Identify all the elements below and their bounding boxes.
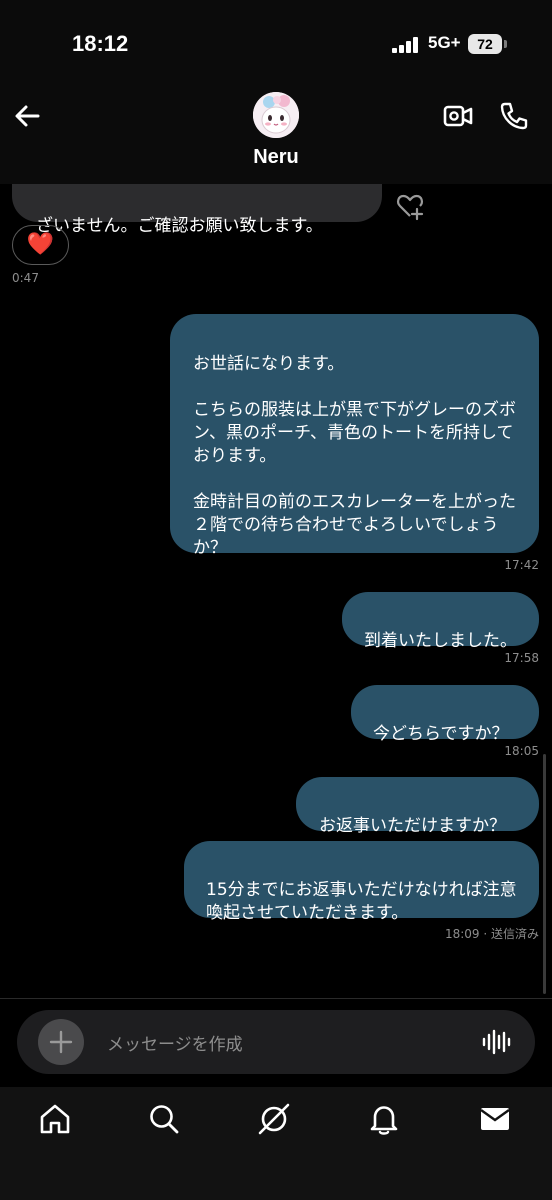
voice-message-icon[interactable]: [481, 1027, 511, 1057]
battery-level: 72: [468, 34, 502, 54]
status-bar: 18:12 5G+ 72: [0, 0, 552, 88]
plus-icon: [49, 1030, 73, 1054]
message-time: 0:47: [12, 271, 39, 285]
arrow-left-icon[interactable]: [12, 100, 44, 132]
message-text: 15分までにお返事いただけなければ注意喚起させていただきます。: [206, 880, 517, 923]
message-bubble-outgoing[interactable]: 15分までにお返事いただけなければ注意喚起させていただきます。: [184, 841, 539, 923]
message-input[interactable]: メッセージを作成: [107, 1030, 243, 1055]
message-list[interactable]: ざいません。ご確認お願い致します。 ❤️ 0:47 お世話になります。 こちらの…: [0, 184, 552, 998]
message-text: お世話になります。 こちらの服装は上が黒で下がグレーのズボン、黒のポーチ、青色の…: [193, 354, 516, 558]
message-bubble-outgoing[interactable]: お世話になります。 こちらの服装は上が黒で下がグレーのズボン、黒のポーチ、青色の…: [170, 314, 539, 558]
add-reaction-heart-icon[interactable]: [395, 191, 425, 221]
message-bubble-outgoing[interactable]: お返事いただけますか？: [296, 777, 539, 836]
heart-reaction[interactable]: ❤️: [12, 225, 69, 265]
home-icon[interactable]: [38, 1102, 72, 1136]
scrollbar[interactable]: [543, 754, 546, 994]
message-text: ざいません。ご確認お願い致します。: [36, 216, 323, 236]
message-bubble-outgoing[interactable]: 今どちらですか？: [351, 685, 539, 744]
message-time: 17:58: [504, 651, 539, 665]
contact-name[interactable]: Neru: [0, 146, 552, 169]
contact-avatar[interactable]: [253, 92, 299, 138]
conversation-header: Neru: [0, 88, 552, 184]
message-composer[interactable]: メッセージを作成: [17, 1010, 535, 1074]
notifications-bell-icon[interactable]: [367, 1102, 401, 1136]
signal-strength-icon: [392, 37, 418, 53]
status-time: 18:12: [72, 31, 129, 56]
video-call-icon[interactable]: [442, 100, 474, 132]
message-bubble-outgoing[interactable]: 到着いたしました。: [342, 592, 539, 651]
message-text: 到着いたしました。: [364, 631, 517, 651]
message-time: 17:42: [504, 558, 539, 572]
add-attachment-button[interactable]: [38, 1019, 84, 1065]
bottom-navigation: [0, 1087, 552, 1200]
message-time: 18:05: [504, 744, 539, 758]
grok-icon[interactable]: [257, 1102, 291, 1136]
network-type: 5G+: [428, 33, 461, 52]
battery-tip: [504, 40, 507, 48]
messages-envelope-icon[interactable]: [478, 1102, 512, 1136]
phone-icon[interactable]: [498, 100, 530, 132]
message-status: 18:09 · 送信済み: [444, 927, 539, 941]
search-icon[interactable]: [147, 1102, 181, 1136]
message-bubble-incoming[interactable]: ざいません。ご確認お願い致します。: [12, 184, 382, 236]
message-text: お返事いただけますか？: [319, 816, 506, 836]
avatar-illustration: [253, 92, 299, 138]
message-text: 今どちらですか？: [373, 724, 509, 744]
